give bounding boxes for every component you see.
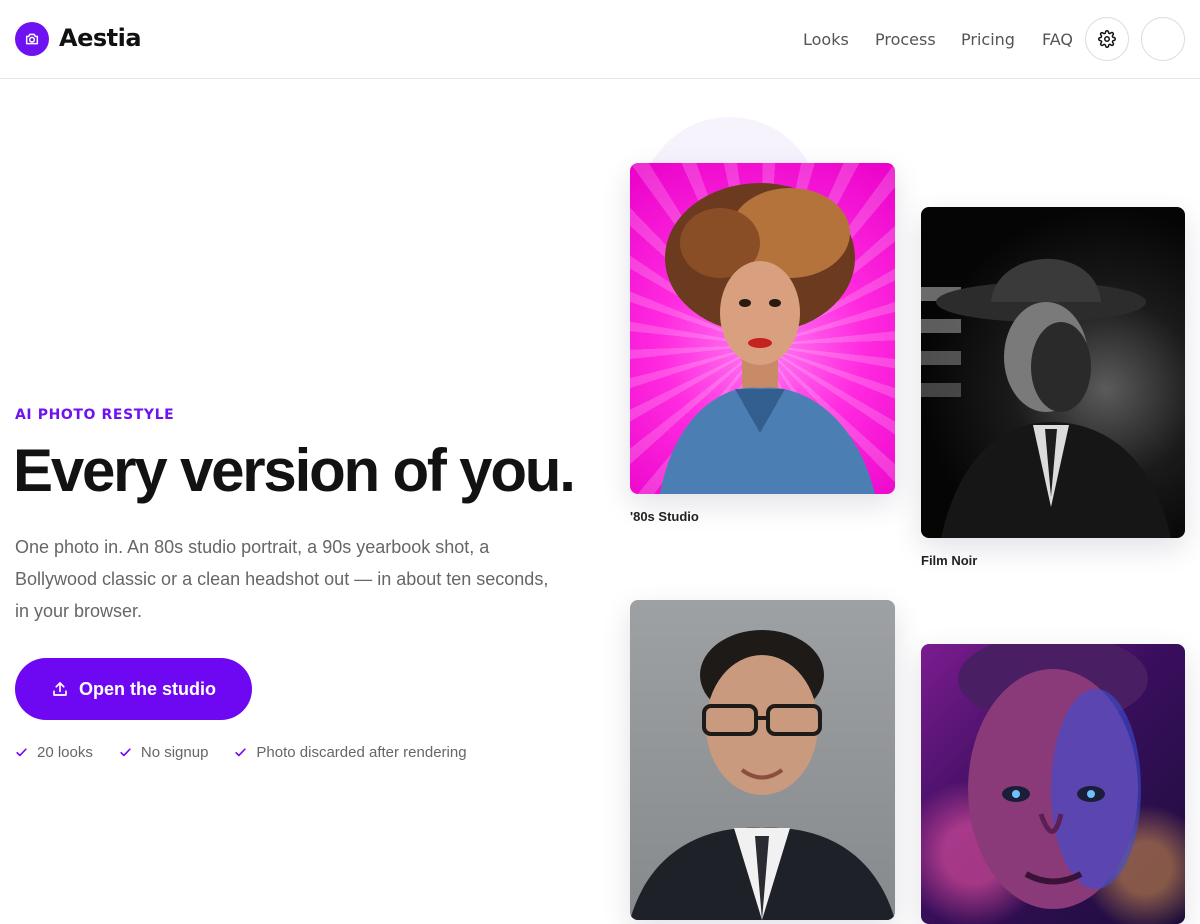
nav-link-faq[interactable]: FAQ: [1042, 30, 1073, 49]
account-avatar-button[interactable]: [1141, 17, 1185, 61]
logo-badge[interactable]: [15, 22, 49, 56]
portrait-neon-illustration: [958, 644, 1148, 909]
portrait-noir-illustration: [921, 258, 1171, 538]
look-card-label: Film Noir: [921, 553, 978, 568]
look-card-film-noir[interactable]: [921, 207, 1185, 538]
look-card-neon[interactable]: [921, 644, 1185, 924]
gear-icon: [1098, 30, 1116, 48]
nav-link-process[interactable]: Process: [875, 30, 936, 49]
check-icon: [235, 748, 247, 757]
feature-item: 20 looks: [15, 744, 93, 761]
feature-item: No signup: [119, 744, 209, 761]
settings-button[interactable]: [1085, 17, 1129, 61]
open-studio-label: Open the studio: [79, 678, 216, 699]
open-studio-button[interactable]: Open the studio: [15, 658, 252, 720]
eyebrow-label: AI PHOTO RESTYLE: [15, 407, 175, 423]
look-card-headshot[interactable]: [630, 600, 895, 920]
check-icon: [16, 748, 27, 757]
feature-item: Photo discarded after rendering: [234, 744, 467, 761]
look-card-80s-studio[interactable]: [630, 163, 895, 494]
look-card-label: '80s Studio: [630, 509, 699, 524]
feature-label: Photo discarded after rendering: [256, 744, 467, 761]
top-navigation-bar: Aestia Looks Process Pricing FAQ: [0, 0, 1200, 79]
feature-checklist: 20 looks No signup Photo discarded after…: [15, 744, 467, 761]
feature-label: 20 looks: [37, 744, 93, 761]
page-title: Every version of you.: [13, 437, 576, 504]
check-icon: [120, 748, 131, 757]
nav-link-pricing[interactable]: Pricing: [961, 30, 1015, 49]
hero-description: One photo in. An 80s studio portrait, a …: [15, 537, 549, 621]
brand-name[interactable]: Aestia: [59, 24, 142, 52]
portrait-headshot-illustration: [630, 630, 895, 920]
upload-icon: [53, 682, 67, 696]
feature-label: No signup: [140, 744, 209, 761]
camera-icon: [25, 33, 39, 45]
nav-link-looks[interactable]: Looks: [803, 30, 849, 49]
portrait-80s-illustration: [660, 183, 875, 494]
